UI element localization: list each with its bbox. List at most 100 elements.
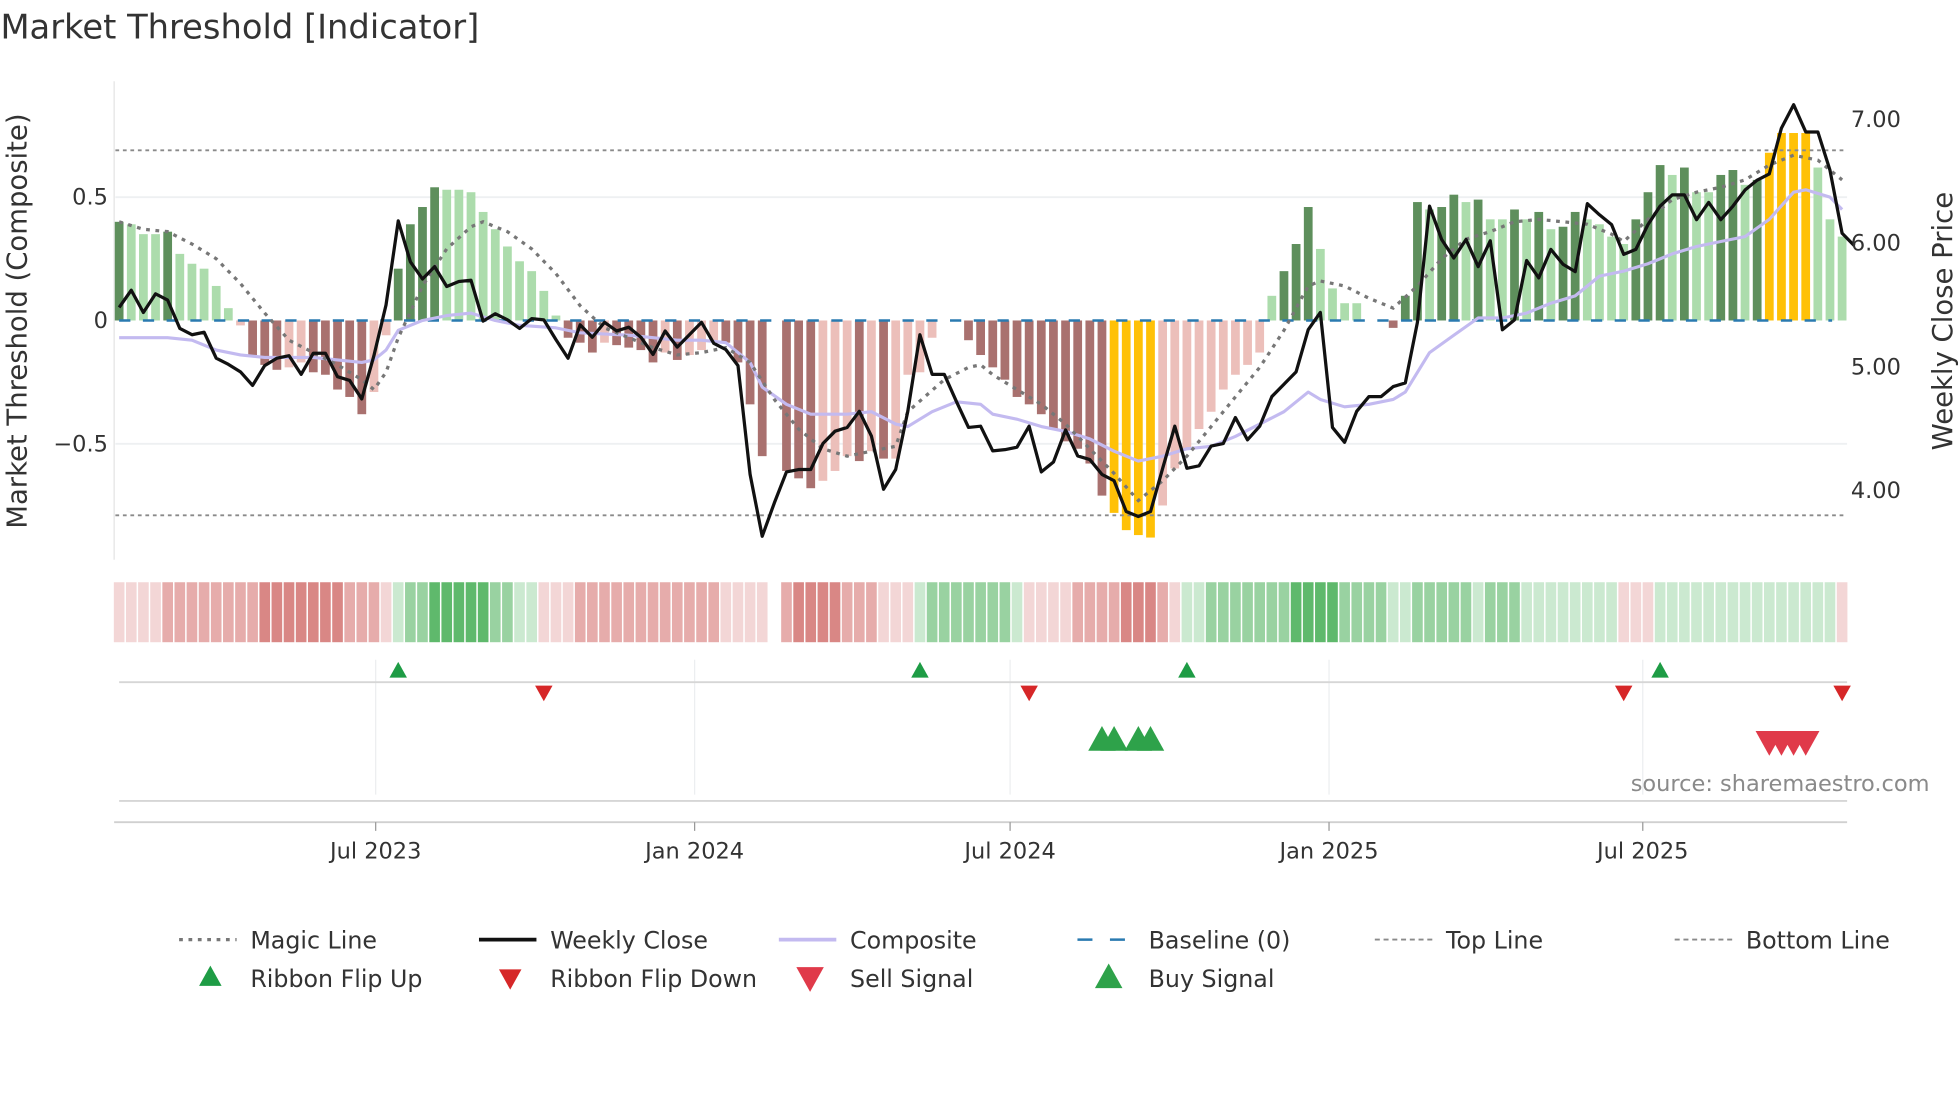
composite-bar <box>1655 165 1665 321</box>
composite-bar <box>1340 303 1350 321</box>
ribbon-flip-up-marker <box>911 661 929 678</box>
ribbon-cell <box>720 582 732 643</box>
ribbon-cell <box>1327 582 1338 643</box>
composite-bar <box>648 320 658 363</box>
legend-label: Sell Signal <box>850 965 973 993</box>
legend-label: Magic Line <box>250 926 377 954</box>
legend-label: Ribbon Flip Up <box>250 965 422 993</box>
ribbon-cell <box>635 582 647 643</box>
composite-bar <box>879 320 888 459</box>
ribbon-cell <box>890 582 902 643</box>
ribbon-cell <box>1557 582 1569 643</box>
ribbon-cell <box>1594 582 1605 643</box>
legend-item: Sell Signal <box>796 965 973 993</box>
ribbon-cell <box>1824 582 1836 643</box>
composite-bar <box>1752 179 1762 321</box>
ribbon-cell <box>587 582 598 643</box>
ribbon-cell <box>113 582 125 643</box>
ribbon-cell <box>1679 582 1690 643</box>
ribbon-cell <box>574 582 586 643</box>
composite-bar <box>988 320 998 368</box>
composite-bar <box>1546 229 1556 321</box>
ribbon-cell <box>914 582 926 643</box>
composite-bar <box>1728 170 1738 321</box>
composite-bars <box>114 133 1847 538</box>
composite-bar <box>1206 320 1216 412</box>
left-tick-label: 0.5 <box>72 185 108 211</box>
composite-bar <box>1121 320 1131 531</box>
ribbon-cell <box>866 582 877 643</box>
legend-label: Ribbon Flip Down <box>550 965 757 993</box>
ribbon-cell <box>659 582 671 643</box>
composite-bar <box>1813 167 1823 321</box>
ribbon-cell <box>1691 582 1702 643</box>
composite-bar <box>490 229 500 321</box>
ribbon-cell <box>210 582 222 643</box>
legend-label: Bottom Line <box>1746 926 1890 954</box>
ribbon-cell <box>1387 582 1399 643</box>
legend-item: Composite <box>778 926 977 954</box>
ribbon-cell <box>125 582 137 643</box>
legend-label: Buy Signal <box>1149 965 1275 993</box>
ribbon-cell <box>271 582 283 643</box>
composite-bar <box>794 320 803 479</box>
ribbon-cell <box>453 582 465 643</box>
ribbon-cell <box>320 582 331 643</box>
composite-bar <box>927 320 937 338</box>
ribbon-cell <box>1800 582 1812 643</box>
ribbon-cell <box>332 582 343 643</box>
x-tick-label: Jul 2023 <box>328 838 421 864</box>
ribbon-cell <box>174 582 186 643</box>
ribbon-cell <box>1290 582 1302 643</box>
ribbon-cell <box>417 582 428 643</box>
composite-bar <box>1400 295 1410 321</box>
signal-rows <box>114 659 1851 824</box>
composite-bar <box>1461 202 1471 321</box>
trend-ribbon <box>113 582 1848 643</box>
right-axis-ticks: 7.00 6.00 5.00 4.00 <box>1851 107 1901 504</box>
legend-label: Composite <box>850 926 977 954</box>
composite-bar <box>1801 133 1811 321</box>
composite-bar <box>418 207 427 321</box>
ribbon-cell <box>805 582 817 643</box>
composite-bar <box>199 268 209 321</box>
ribbon-cell <box>392 582 404 643</box>
ribbon-cell <box>283 582 295 643</box>
ribbon-cell <box>1375 582 1387 643</box>
ribbon-cell <box>732 582 744 643</box>
ribbon-cell <box>671 582 683 643</box>
ribbon-cell <box>380 582 392 643</box>
ribbon-cell <box>1254 582 1266 643</box>
ribbon-cell <box>1315 582 1326 643</box>
ribbon-cell <box>538 582 550 643</box>
right-tick-label: 7.00 <box>1851 107 1901 133</box>
ribbon-cell <box>514 582 525 643</box>
ribbon-cell <box>817 582 829 643</box>
composite-bar <box>478 211 488 321</box>
composite-bar <box>430 187 439 321</box>
x-tick-label: Jul 2024 <box>962 838 1055 864</box>
composite-bar <box>321 320 330 375</box>
composite-bar <box>721 320 731 343</box>
composite-bar <box>964 320 973 341</box>
ribbon-cell <box>502 582 513 643</box>
ribbon-cell <box>1460 582 1472 643</box>
ribbon-flip-up-marker <box>389 661 407 678</box>
ribbon-cell <box>1436 582 1448 643</box>
legend-item: Ribbon Flip Up <box>199 965 422 993</box>
ribbon-cell <box>975 582 986 643</box>
composite-bar <box>1643 192 1653 321</box>
ribbon-cell <box>1666 582 1678 643</box>
ribbon-cell <box>1581 582 1593 643</box>
composite-bar <box>1704 192 1714 321</box>
ribbon-cell <box>307 582 319 643</box>
composite-bar <box>308 320 318 373</box>
composite-bar <box>1279 271 1289 321</box>
x-tick-label: Jan 2025 <box>1278 838 1379 864</box>
ribbon-cell <box>259 582 271 643</box>
ribbon-cell <box>1108 582 1120 643</box>
composite-bar <box>1764 152 1774 321</box>
composite-bar <box>1595 224 1604 321</box>
composite-bar <box>1837 236 1847 321</box>
ribbon-cell <box>1836 582 1848 643</box>
